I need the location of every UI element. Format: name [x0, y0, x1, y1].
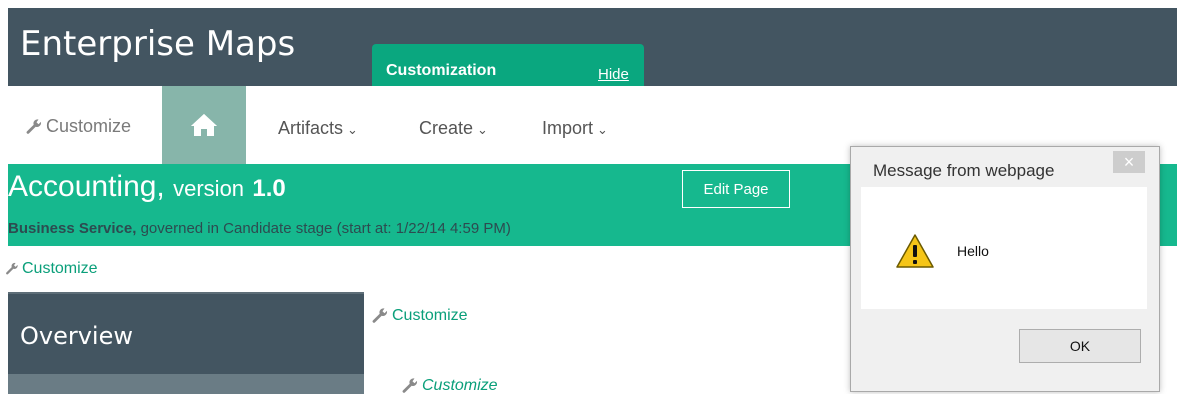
wrench-icon	[26, 118, 42, 134]
app-title[interactable]: Enterprise Maps	[20, 24, 295, 64]
customize-link[interactable]: Customize	[4, 260, 98, 278]
home-button[interactable]	[162, 86, 246, 164]
artifact-title: Accounting, version 1.0	[8, 170, 286, 204]
wrench-icon	[372, 308, 388, 323]
home-icon	[191, 114, 217, 136]
overview-panel[interactable]: Overview	[8, 292, 364, 374]
artifact-type: Business Service,	[8, 220, 137, 237]
nav-item-label: Artifacts	[278, 118, 344, 138]
ok-button[interactable]: OK	[1019, 329, 1141, 363]
dialog-body: Hello	[861, 187, 1147, 309]
overview-label: Overview	[20, 322, 133, 350]
artifact-subtitle: Business Service, governed in Candidate …	[8, 220, 511, 237]
customize-label: Customize	[22, 260, 98, 277]
nav-item-create[interactable]: Create ⌄	[419, 118, 488, 139]
edit-page-button[interactable]: Edit Page	[682, 170, 790, 208]
dialog-message: Hello	[957, 243, 989, 259]
nav-item-artifacts[interactable]: Artifacts ⌄	[278, 118, 358, 139]
close-button[interactable]: ×	[1113, 151, 1145, 173]
artifact-stage: governed in Candidate stage (start at: 1…	[140, 220, 511, 237]
close-icon: ×	[1123, 151, 1135, 172]
chevron-down-icon: ⌄	[347, 122, 358, 137]
warning-icon	[896, 234, 934, 268]
customization-title: Customization	[386, 62, 497, 79]
chevron-down-icon: ⌄	[477, 122, 488, 137]
nav-item-import[interactable]: Import ⌄	[542, 118, 608, 139]
nav-item-label: Create	[419, 118, 474, 138]
dialog-title: Message from webpage	[873, 161, 1055, 180]
customize-label: Customize	[392, 307, 468, 324]
customize-link[interactable]: Customize	[370, 306, 468, 326]
chevron-down-icon: ⌄	[597, 122, 608, 137]
nav-customize-label: Customize	[46, 116, 132, 136]
customize-link[interactable]: Customize	[400, 376, 498, 394]
overview-next-item[interactable]	[8, 374, 364, 394]
version-number: 1.0	[252, 175, 286, 202]
page: Enterprise Maps Customization Hide Custo…	[0, 0, 1177, 394]
nav-customize-link[interactable]: Customize	[24, 116, 131, 137]
message-dialog: Message from webpage × Hello OK	[850, 146, 1160, 392]
wrench-icon	[6, 262, 18, 275]
hide-link[interactable]: Hide	[598, 66, 629, 83]
nav-item-label: Import	[542, 118, 594, 138]
customize-label: Customize	[422, 377, 498, 394]
artifact-name: Accounting,	[8, 170, 165, 203]
wrench-icon	[402, 378, 418, 393]
version-label: version	[173, 176, 245, 201]
